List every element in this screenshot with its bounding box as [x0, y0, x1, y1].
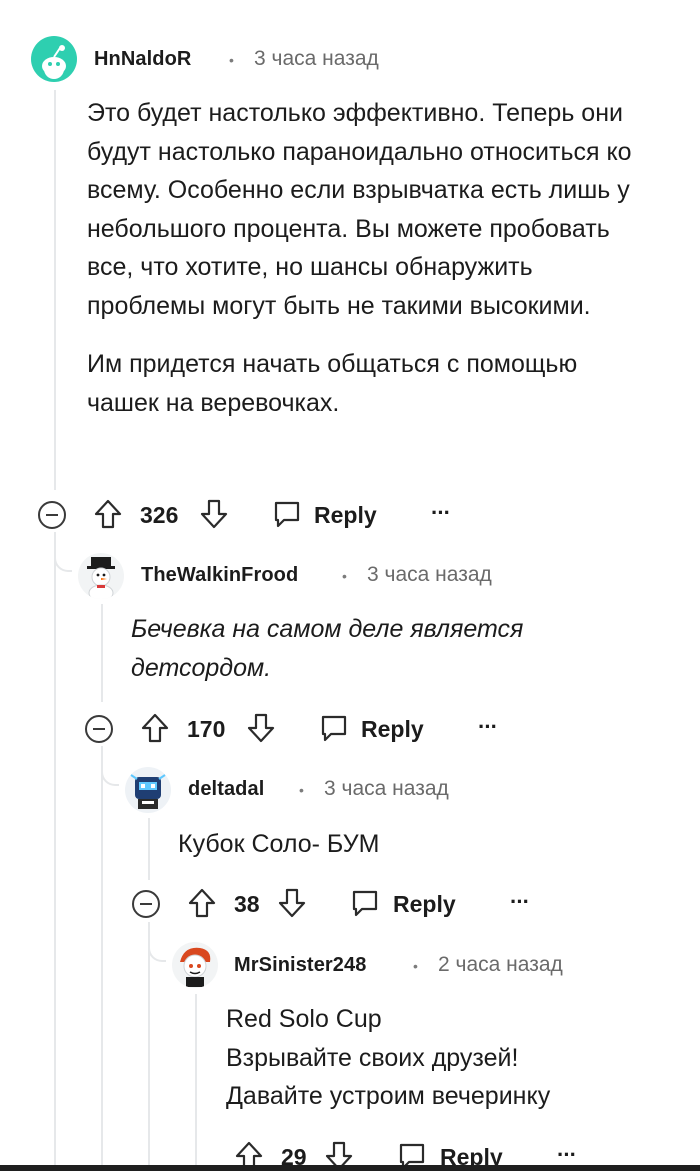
comment-body: Red Solo Cup Взрывайте своих друзей! Дав… [226, 1000, 686, 1116]
bottom-edge [0, 1165, 700, 1171]
separator: • [413, 958, 418, 974]
comment-body: Кубок Соло- БУМ [178, 825, 638, 864]
thread-connector [148, 946, 166, 962]
downvote-icon[interactable] [199, 498, 229, 530]
reply-button[interactable]: Reply [393, 891, 456, 918]
reply-icon[interactable] [350, 888, 380, 918]
score: 170 [187, 716, 226, 742]
separator: • [299, 782, 304, 798]
separator: • [229, 52, 234, 68]
more-options-button[interactable]: ··· [478, 714, 498, 740]
comment-paragraph: Кубок Соло- БУМ [178, 830, 380, 858]
reddit-snoo-icon [42, 45, 66, 79]
snowman-avatar-icon [87, 557, 115, 599]
reply-button[interactable]: Reply [314, 502, 377, 529]
reply-icon[interactable] [319, 713, 349, 743]
timestamp: 3 часа назад [367, 563, 492, 586]
comment-paragraph: Бечевка на самом деле является детсордом… [131, 615, 524, 682]
thread-line-3 [148, 818, 150, 880]
snoo-avatar-icon [180, 947, 211, 987]
comment-body: Бечевка на самом деле является детсордом… [131, 610, 591, 687]
thread-connector [101, 770, 119, 786]
collapse-button[interactable] [85, 715, 113, 743]
more-options-button[interactable]: ··· [510, 889, 530, 915]
downvote-icon[interactable] [277, 887, 307, 919]
comment-line: Взрывайте своих друзей! [226, 1043, 519, 1072]
score: 326 [140, 502, 179, 528]
username[interactable]: MrSinister248 [234, 954, 366, 977]
score: 38 [234, 891, 260, 917]
username[interactable]: TheWalkinFrood [141, 564, 298, 587]
avatar[interactable] [31, 36, 77, 82]
thread-line-3b [148, 922, 150, 1167]
timestamp: 3 часа назад [254, 47, 379, 70]
comment-body: Это будет настолько эффективно. Теперь о… [87, 94, 647, 422]
thread-connector [54, 556, 72, 572]
upvote-icon[interactable] [93, 498, 123, 530]
username[interactable]: deltadal [188, 778, 264, 801]
reply-button[interactable]: Reply [361, 716, 424, 743]
reply-icon[interactable] [272, 499, 302, 529]
comment-actions: 326 Reply ··· [38, 494, 678, 534]
thread-line-1 [54, 90, 56, 490]
avatar[interactable] [125, 767, 171, 813]
comment-paragraph: Это будет настолько эффективно. Теперь о… [87, 99, 632, 320]
more-options-button[interactable]: ··· [431, 500, 451, 526]
downvote-icon[interactable] [246, 712, 276, 744]
robot-avatar-icon [130, 774, 166, 809]
separator: • [342, 568, 347, 584]
timestamp: 3 часа назад [324, 777, 449, 800]
comment-line: Давайте устроим вечеринку [226, 1082, 551, 1110]
collapse-button[interactable] [38, 501, 66, 529]
comment-actions: 170 Reply ··· [85, 708, 685, 748]
collapse-button[interactable] [132, 890, 160, 918]
comment-actions: 38 Reply ··· [132, 883, 692, 923]
comment-paragraph: Им придется начать общаться с помощью ча… [87, 350, 578, 417]
upvote-icon[interactable] [140, 712, 170, 744]
thread-line-1b [54, 532, 56, 1165]
thread-line-2b [101, 746, 103, 1166]
thread-line-2 [101, 604, 103, 702]
timestamp: 2 часа назад [438, 953, 563, 976]
avatar[interactable] [172, 942, 218, 988]
avatar[interactable] [78, 553, 124, 599]
username[interactable]: HnNaldoR [94, 48, 191, 71]
upvote-icon[interactable] [187, 887, 217, 919]
comment-line: Red Solo Cup [226, 1005, 382, 1033]
